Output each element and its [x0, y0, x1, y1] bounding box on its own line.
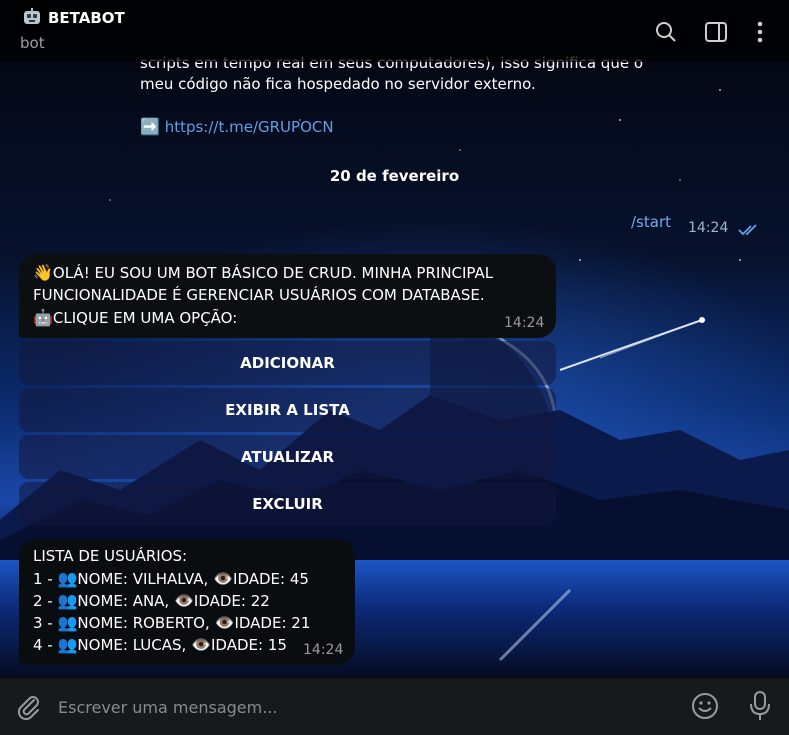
list-item-age: IDADE: 45	[233, 570, 309, 588]
prev-message-link-row: ➡️ https://t.me/GRUPOCN	[140, 116, 334, 138]
sidebar-toggle-icon[interactable]	[704, 20, 728, 44]
eye-icon: 👁️	[191, 635, 211, 654]
outgoing-command[interactable]: /start	[631, 213, 671, 231]
chat-title[interactable]: BETABOT	[48, 9, 125, 27]
more-vertical-icon[interactable]	[748, 20, 772, 44]
list-item-age: IDADE: 21	[234, 614, 311, 632]
list-message-time: 14:24	[303, 642, 344, 658]
list-item: 1 - 👥NOME: VILHALVA, 👁️IDADE: 45	[33, 569, 309, 588]
list-header: LISTA DE USUÁRIOS:	[33, 547, 188, 565]
people-icon: 👥	[57, 569, 78, 588]
arrow-right-icon: ➡️	[140, 117, 160, 136]
keyboard-button-adicionar[interactable]: ADICIONAR	[19, 341, 556, 385]
date-separator: 20 de fevereiro	[329, 167, 460, 185]
eye-icon: 👁️	[214, 613, 235, 632]
bot-message-line1: 👋OLÁ! EU SOU UM BOT BÁSICO DE CRUD. MINH…	[33, 263, 493, 282]
robot-icon: 🤖	[33, 308, 53, 327]
list-item: 2 - 👥NOME: ANA, 👁️IDADE: 22	[33, 591, 270, 610]
list-item: 3 - 👥NOME: ROBERTO, 👁️IDADE: 21	[33, 613, 310, 632]
list-item: 4 - 👥NOME: LUCAS, 👁️IDADE: 15	[33, 635, 287, 654]
read-check-icon	[738, 222, 762, 236]
chat-header: BETABOT bot	[0, 0, 789, 62]
eye-icon: 👁️	[173, 591, 194, 610]
chat-status: bot	[20, 34, 45, 52]
bot-message-line3-text: CLIQUE EM UMA OPÇÃO:	[52, 309, 238, 327]
eye-icon: 👁️	[213, 569, 234, 588]
robot-icon	[22, 8, 42, 26]
prev-message-line2: meu código não fica hospedado no servido…	[140, 75, 536, 93]
keyboard-button-exibir-lista[interactable]: EXIBIR A LISTA	[19, 388, 556, 432]
list-item-index: 4 -	[33, 636, 58, 654]
paperclip-icon[interactable]	[14, 692, 42, 721]
people-icon: 👥	[57, 613, 78, 632]
list-item-name: NOME: LUCAS,	[77, 636, 192, 654]
people-icon: 👥	[57, 591, 78, 610]
group-link[interactable]: https://t.me/GRUPOCN	[165, 118, 334, 136]
list-item-name: NOME: ANA,	[77, 592, 174, 610]
bot-message-line3: 🤖CLIQUE EM UMA OPÇÃO:	[33, 308, 237, 327]
chat-window: BETABOT bot scripts em tempo real em seu…	[0, 0, 789, 735]
list-item-index: 3 -	[33, 614, 58, 632]
microphone-icon[interactable]	[748, 690, 772, 722]
keyboard-button-excluir[interactable]: EXCLUIR	[19, 482, 556, 526]
list-item-age: IDADE: 22	[193, 592, 270, 610]
bot-message-line2: FUNCIONALIDADE É GERENCIAR USUÁRIOS COM …	[33, 286, 485, 304]
bot-message-time: 14:24	[504, 315, 545, 331]
people-icon: 👥	[57, 635, 78, 654]
search-icon[interactable]	[654, 20, 678, 44]
emoji-icon[interactable]	[690, 691, 720, 721]
outgoing-time: 14:24	[688, 220, 729, 236]
message-input[interactable]	[56, 692, 680, 722]
keyboard-button-atualizar[interactable]: ATUALIZAR	[19, 435, 556, 479]
list-item-age: IDADE: 15	[211, 636, 287, 654]
list-item-name: NOME: ROBERTO,	[77, 614, 215, 632]
waving-hand-icon: 👋	[33, 263, 53, 282]
list-item-index: 2 -	[33, 592, 58, 610]
list-item-index: 1 -	[33, 570, 58, 588]
list-item-name: NOME: VILHALVA,	[77, 570, 214, 588]
bot-message-line1-text: OLÁ! EU SOU UM BOT BÁSICO DE CRUD. MINHA…	[52, 264, 494, 282]
